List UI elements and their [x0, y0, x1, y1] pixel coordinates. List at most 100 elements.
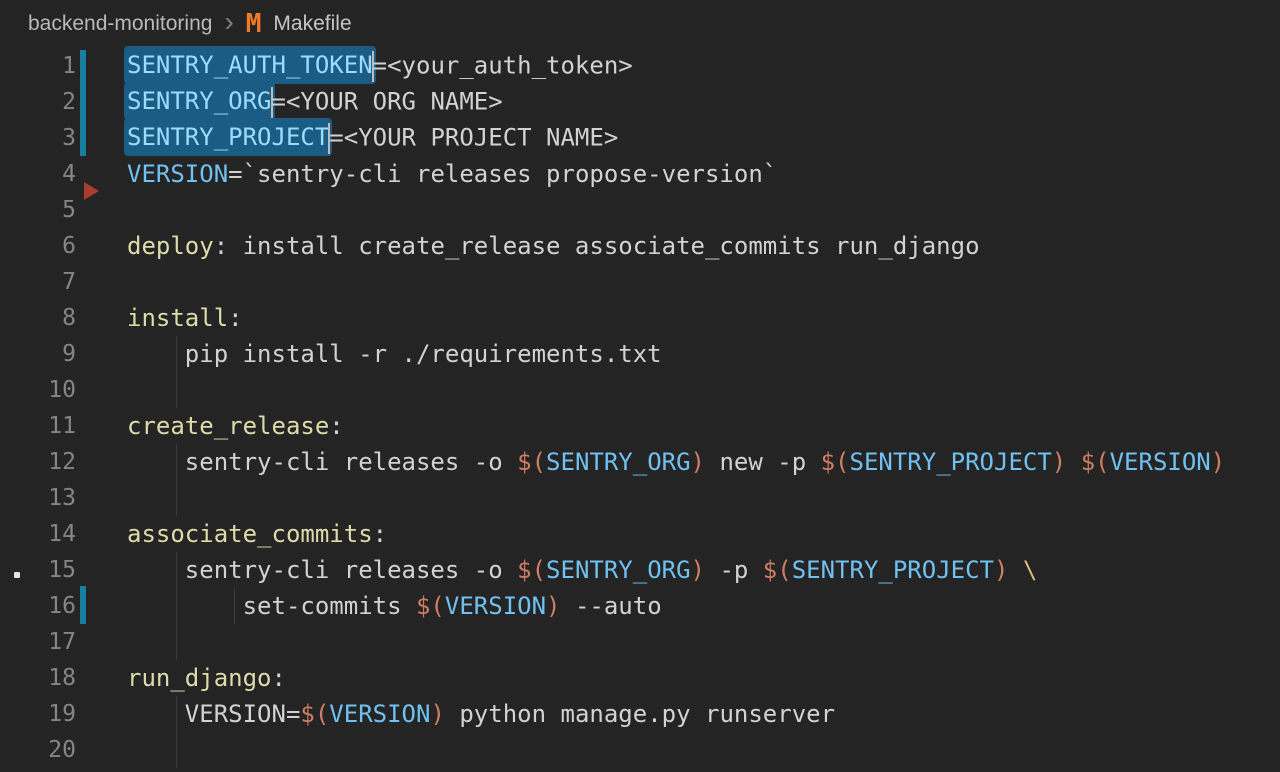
code-line-content[interactable]: deploy: install create_release associate… [127, 232, 980, 260]
code-segment: SENTRY_ORG [546, 556, 691, 584]
code-segment: VERSION [127, 160, 228, 188]
code-line[interactable]: 13 [0, 480, 1280, 516]
code-segment: $( [1081, 448, 1110, 476]
code-line[interactable]: 12 sentry-cli releases -o $(SENTRY_ORG) … [0, 444, 1280, 480]
code-segment: ) [1052, 448, 1066, 476]
code-line[interactable]: 4 VERSION=`sentry-cli releases propose-ve… [0, 156, 1280, 192]
line-number[interactable]: 20 [0, 737, 76, 763]
code-segment: SENTRY_ORG [546, 448, 691, 476]
code-segment: ) [691, 448, 705, 476]
line-number[interactable]: 8 [0, 305, 76, 331]
code-segment: VERSION= [127, 700, 300, 728]
code-line[interactable]: 2 SENTRY_ORG=<YOUR ORG NAME> [0, 84, 1280, 120]
code-segment: =<your_auth_token> [373, 51, 633, 79]
code-line-content[interactable]: pip install -r ./requirements.txt [127, 340, 662, 368]
code-segment: SENTRY_PROJECT [792, 556, 994, 584]
line-number[interactable]: 7 [0, 269, 76, 295]
code-segment: VERSION [329, 700, 430, 728]
line-number[interactable]: 15 [0, 557, 76, 583]
code-line-content[interactable]: create_release: [127, 412, 344, 440]
line-number[interactable]: 1 [0, 53, 76, 79]
code-segment: ) [1211, 448, 1225, 476]
line-number[interactable]: 16 [0, 593, 76, 619]
code-line[interactable]: 15 sentry-cli releases -o $(SENTRY_ORG) … [0, 552, 1280, 588]
code-line-content[interactable]: run_django: [127, 664, 286, 692]
chevron-right-icon: › [224, 8, 233, 36]
code-line-content[interactable]: VERSION=$(VERSION) python manage.py runs… [127, 700, 835, 728]
code-line[interactable]: 7 [0, 264, 1280, 300]
editor[interactable]: 1 SENTRY_AUTH_TOKEN=<your_auth_token> 2 SEN… [0, 48, 1280, 768]
code-segment: $( [821, 448, 850, 476]
code-line[interactable]: 14 associate_commits: [0, 516, 1280, 552]
code-line[interactable]: 6 deploy: install create_release associat… [0, 228, 1280, 264]
code-segment [1066, 448, 1080, 476]
code-line-content[interactable]: sentry-cli releases -o $(SENTRY_ORG) -p … [127, 556, 1037, 584]
code-segment: sentry-cli releases -o [127, 448, 517, 476]
code-segment: $( [763, 556, 792, 584]
line-number[interactable]: 9 [0, 341, 76, 367]
code-segment: run_django [127, 664, 272, 692]
code-line[interactable]: 10 [0, 372, 1280, 408]
code-segment: =<YOUR PROJECT NAME> [329, 123, 618, 151]
code-segment: install [127, 304, 228, 332]
selected-token: SENTRY_ORG [124, 82, 275, 120]
code-segment: ) [994, 556, 1008, 584]
code-line-content[interactable]: SENTRY_PROJECT=<YOUR PROJECT NAME> [127, 123, 618, 154]
code-line-content[interactable]: set-commits $(VERSION) --auto [127, 592, 662, 620]
code-segment: associate_commits [127, 520, 373, 548]
code-line-content[interactable]: SENTRY_ORG=<YOUR ORG NAME> [127, 87, 503, 118]
line-number[interactable]: 17 [0, 629, 76, 655]
code-segment: pip install -r ./requirements.txt [127, 340, 662, 368]
code-segment: $( [517, 448, 546, 476]
code-line[interactable]: 20 [0, 732, 1280, 768]
breadcrumb-folder[interactable]: backend-monitoring [28, 12, 212, 36]
code-segment: create_release [127, 412, 329, 440]
code-line[interactable]: 1 SENTRY_AUTH_TOKEN=<your_auth_token> [0, 48, 1280, 84]
code-line-content[interactable]: sentry-cli releases -o $(SENTRY_ORG) new… [127, 448, 1225, 476]
code-segment: VERSION [1110, 448, 1211, 476]
breadcrumb: backend-monitoring › M Makefile [0, 0, 1280, 48]
line-number[interactable]: 13 [0, 485, 76, 511]
code-segment: $( [416, 592, 445, 620]
code-segment [1008, 556, 1022, 584]
breadcrumb-file[interactable]: Makefile [273, 12, 351, 36]
code-segment: =`sentry-cli releases propose-version` [228, 160, 777, 188]
code-line[interactable]: 11 create_release: [0, 408, 1280, 444]
code-segment: =<YOUR ORG NAME> [272, 87, 503, 115]
line-number[interactable]: 19 [0, 701, 76, 727]
code-segment: SENTRY_PROJECT [850, 448, 1052, 476]
line-number[interactable]: 11 [0, 413, 76, 439]
code-line[interactable]: 18 run_django: [0, 660, 1280, 696]
line-number[interactable]: 12 [0, 449, 76, 475]
code-segment: ) [546, 592, 560, 620]
code-segment: \ [1023, 556, 1037, 584]
code-line-content[interactable]: install: [127, 304, 243, 332]
code-line[interactable]: 19 VERSION=$(VERSION) python manage.py r… [0, 696, 1280, 732]
code-segment: : [272, 664, 286, 692]
code-line-content[interactable]: SENTRY_AUTH_TOKEN=<your_auth_token> [127, 51, 633, 82]
line-number[interactable]: 2 [0, 89, 76, 115]
code-line[interactable]: 5 [0, 192, 1280, 228]
code-line-content[interactable]: VERSION=`sentry-cli releases propose-ver… [127, 160, 777, 188]
line-number[interactable]: 6 [0, 233, 76, 259]
line-number[interactable]: 5 [0, 197, 76, 223]
code-segment: ) [691, 556, 705, 584]
code-line[interactable]: 9 pip install -r ./requirements.txt [0, 336, 1280, 372]
line-number[interactable]: 3 [0, 125, 76, 151]
line-number[interactable]: 4 [0, 161, 76, 187]
code-line-content[interactable]: associate_commits: [127, 520, 387, 548]
line-number[interactable]: 14 [0, 521, 76, 547]
code-segment: new -p [705, 448, 821, 476]
code-line[interactable]: 8 install: [0, 300, 1280, 336]
code-segment: deploy [127, 232, 214, 260]
line-number[interactable]: 10 [0, 377, 76, 403]
makefile-icon: M [246, 11, 262, 37]
code-segment: python manage.py runserver [445, 700, 835, 728]
code-line[interactable]: 3 SENTRY_PROJECT=<YOUR PROJECT NAME> [0, 120, 1280, 156]
line-number[interactable]: 18 [0, 665, 76, 691]
code-segment: -p [705, 556, 763, 584]
selected-token: SENTRY_PROJECT [124, 118, 332, 156]
code-line[interactable]: 17 [0, 624, 1280, 660]
code-line[interactable]: 16 set-commits $(VERSION) --auto [0, 588, 1280, 624]
code-segment: ) [430, 700, 444, 728]
